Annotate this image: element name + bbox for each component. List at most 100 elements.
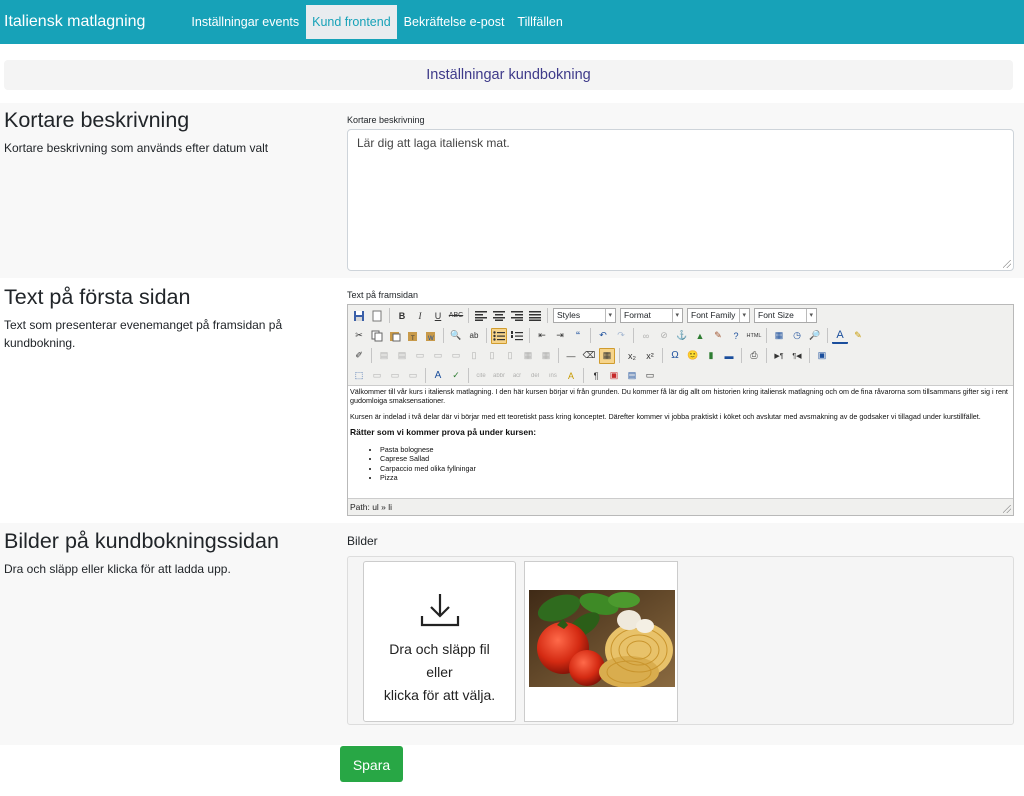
- outdent-icon[interactable]: ⇤: [534, 328, 550, 344]
- insert-col-after-icon[interactable]: ▯: [484, 348, 500, 364]
- align-right-icon[interactable]: [509, 308, 525, 324]
- nav-link-kund-frontend[interactable]: Kund frontend: [306, 5, 397, 39]
- absolute-icon[interactable]: ▭: [405, 368, 421, 384]
- numbered-list-icon[interactable]: [509, 328, 525, 344]
- horizontal-rule-icon[interactable]: —: [563, 348, 579, 364]
- short-description-textarea[interactable]: Lär dig att laga italiensk mat.: [347, 129, 1014, 271]
- upload-text: Dra och släpp fil eller klicka för att v…: [364, 638, 515, 707]
- nav-link-tillfallen[interactable]: Tillfällen: [511, 5, 568, 39]
- merge-cells-icon[interactable]: ▦: [538, 348, 554, 364]
- paste-word-icon[interactable]: W: [423, 328, 439, 344]
- bullet-list-icon[interactable]: [491, 327, 507, 344]
- help-icon[interactable]: ?: [728, 328, 744, 344]
- underline-icon[interactable]: U: [430, 308, 446, 324]
- resize-handle[interactable]: [1003, 505, 1011, 513]
- styleprops-icon[interactable]: A: [430, 368, 446, 384]
- show-blocks-icon[interactable]: ¶: [588, 368, 604, 384]
- spellcheck-icon[interactable]: ✓: [448, 368, 464, 384]
- ltr-icon[interactable]: ▶¶: [771, 348, 787, 364]
- nav-link-installningar-events[interactable]: Inställningar events: [185, 5, 305, 39]
- visual-aid-icon[interactable]: ▦: [599, 347, 615, 364]
- upload-card[interactable]: Dra och släpp fil eller klicka för att v…: [363, 561, 516, 722]
- field-label: Kortare beskrivning: [347, 115, 425, 125]
- fullscreen-icon[interactable]: ▣: [814, 348, 830, 364]
- strikethrough-icon[interactable]: ABC: [448, 308, 464, 324]
- image-icon[interactable]: ▲: [692, 328, 708, 344]
- replace-icon[interactable]: ab: [466, 328, 482, 344]
- paste-text-icon[interactable]: T: [405, 328, 421, 344]
- table-row-props-icon[interactable]: ▤: [376, 348, 392, 364]
- save-button[interactable]: Spara: [340, 746, 403, 782]
- text-color-icon[interactable]: A: [832, 328, 848, 344]
- styles-select[interactable]: Styles ▾: [553, 308, 616, 323]
- cite-icon[interactable]: cite: [473, 368, 489, 384]
- toolbar-separator: [558, 348, 559, 363]
- nav-link-bekraftelse-epost[interactable]: Bekräftelse e-post: [398, 5, 511, 39]
- toolbar-separator: [389, 308, 390, 323]
- template-icon[interactable]: ▣: [606, 368, 622, 384]
- insert-col-before-icon[interactable]: ▯: [466, 348, 482, 364]
- acronym-icon[interactable]: acr: [509, 368, 525, 384]
- undo-icon[interactable]: ↶: [595, 328, 611, 344]
- save-icon[interactable]: [351, 308, 367, 324]
- delete-col-icon[interactable]: ▯: [502, 348, 518, 364]
- cut-icon[interactable]: ✂: [351, 328, 367, 344]
- table-cell-props-icon[interactable]: ▤: [394, 348, 410, 364]
- delete-row-icon[interactable]: ▭: [448, 348, 464, 364]
- bold-icon[interactable]: B: [394, 308, 410, 324]
- delete-text-icon[interactable]: del: [527, 368, 543, 384]
- insert-text-icon[interactable]: ins: [545, 368, 561, 384]
- redo-icon[interactable]: ↷: [613, 328, 629, 344]
- split-cells-icon[interactable]: ▦: [520, 348, 536, 364]
- move-backward-icon[interactable]: ▭: [387, 368, 403, 384]
- media-icon[interactable]: ▮: [703, 348, 719, 364]
- insert-row-before-icon[interactable]: ▭: [412, 348, 428, 364]
- non-breaking-icon[interactable]: ▭: [642, 368, 658, 384]
- brand[interactable]: Italiensk matlagning: [4, 13, 145, 31]
- rtl-icon[interactable]: ¶◀: [789, 348, 805, 364]
- uploaded-image-card[interactable]: [524, 561, 678, 722]
- cleanup-icon[interactable]: ✎: [710, 328, 726, 344]
- blockquote-icon[interactable]: “: [570, 328, 586, 344]
- link-icon[interactable]: ∞: [638, 328, 654, 344]
- superscript-icon[interactable]: x²: [642, 348, 658, 364]
- copy-icon[interactable]: [369, 328, 385, 344]
- page-break-icon[interactable]: ▤: [624, 368, 640, 384]
- align-justify-icon[interactable]: [527, 308, 543, 324]
- emoticon-icon[interactable]: 🙂: [685, 348, 701, 364]
- attributes-icon[interactable]: A: [563, 368, 579, 384]
- font-family-select[interactable]: Font Family ▾: [687, 308, 750, 323]
- insert-layer-icon[interactable]: ⬚: [351, 368, 367, 384]
- html-icon[interactable]: HTML: [746, 328, 762, 344]
- edit-css-icon[interactable]: ✐: [351, 348, 367, 364]
- font-size-select[interactable]: Font Size ▾: [754, 308, 817, 323]
- paste-icon[interactable]: [387, 328, 403, 344]
- anchor-icon[interactable]: ⚓: [674, 328, 690, 344]
- highlight-color-icon[interactable]: ✎: [850, 328, 866, 344]
- insert-time-icon[interactable]: ◷: [789, 328, 805, 344]
- align-center-icon[interactable]: [491, 308, 507, 324]
- special-char-icon[interactable]: Ω: [667, 348, 683, 364]
- indent-icon[interactable]: ⇥: [552, 328, 568, 344]
- find-icon[interactable]: 🔍: [448, 328, 464, 344]
- align-left-icon[interactable]: [473, 308, 489, 324]
- image-dropzone[interactable]: Dra och släpp fil eller klicka för att v…: [347, 556, 1014, 725]
- editor-content[interactable]: Välkommer till vår kurs i italiensk matl…: [348, 385, 1013, 499]
- move-forward-icon[interactable]: ▭: [369, 368, 385, 384]
- insert-row-after-icon[interactable]: ▭: [430, 348, 446, 364]
- toolbar-separator: [371, 348, 372, 363]
- remove-format-icon[interactable]: ⌫: [581, 348, 597, 364]
- insert-date-icon[interactable]: ▦: [771, 328, 787, 344]
- subscript-icon[interactable]: x₂: [624, 348, 640, 364]
- toolbar-separator: [486, 328, 487, 343]
- italic-icon[interactable]: I: [412, 308, 428, 324]
- new-document-icon[interactable]: [369, 308, 385, 324]
- toolbar-separator: [766, 328, 767, 343]
- abbr-icon[interactable]: abbr: [491, 368, 507, 384]
- advanced-hr-icon[interactable]: ▬: [721, 348, 737, 364]
- unlink-icon[interactable]: ⊘: [656, 328, 672, 344]
- resize-handle[interactable]: [1003, 260, 1011, 268]
- format-select[interactable]: Format ▾: [620, 308, 683, 323]
- preview-icon[interactable]: 🔎: [807, 328, 823, 344]
- print-icon[interactable]: ⎙: [746, 348, 762, 364]
